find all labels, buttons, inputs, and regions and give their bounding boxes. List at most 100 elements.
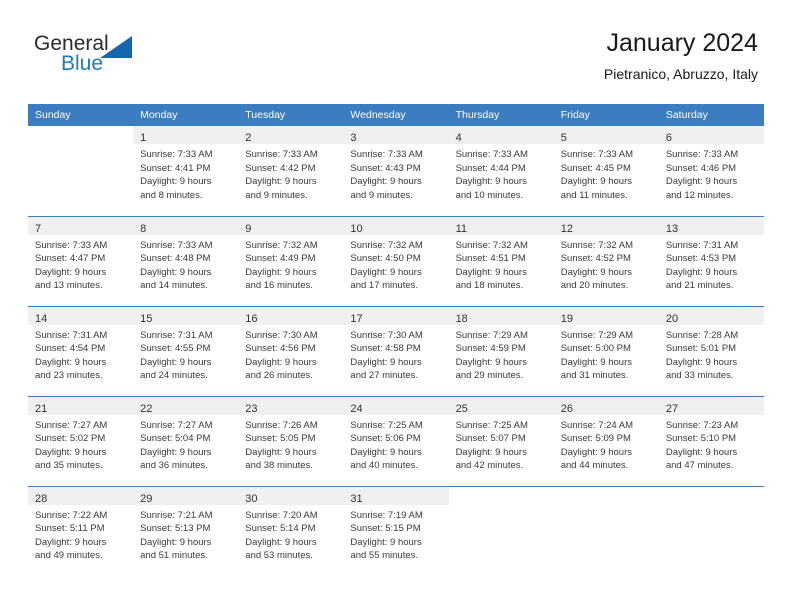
daylight-line-2: and 17 minutes.: [350, 280, 419, 292]
sunrise-line: Sunrise: 7:25 AM: [455, 419, 528, 431]
sunrise-line: Sunrise: 7:33 AM: [560, 149, 634, 160]
calendar-day-cell[interactable]: 12 Sunrise: 7:32 AM Sunset: 4:52 PM Dayligh…: [553, 215, 659, 306]
calendar-day-cell[interactable]: 14 Sunrise: 7:31 AM Sunset: 4:54 PM Dayligh…: [28, 305, 134, 396]
sunset-line: Sunset: 4:43 PM: [350, 162, 421, 174]
general-blue-logo[interactable]: General Blue: [34, 32, 214, 88]
sunrise-line: Sunrise: 7:33 AM: [350, 149, 423, 160]
sunset-line: Sunset: 4:56 PM: [245, 343, 316, 355]
calendar-day-cell[interactable]: 24 Sunrise: 7:25 AM Sunset: 5:06 PM Dayligh…: [343, 395, 449, 486]
day-details: Sunrise: 7:27 AM Sunset: 5:04 PM Daylight:…: [133, 415, 238, 473]
sunset-line: Sunset: 5:15 PM: [350, 523, 421, 535]
calendar-week-row: 14 Sunrise: 7:31 AM Sunset: 4:54 PM Dayligh…: [28, 305, 764, 396]
daylight-line-1: Daylight: 9 hours: [140, 266, 212, 278]
daylight-line-1: Daylight: 9 hours: [560, 176, 632, 188]
day-number: 20: [665, 312, 679, 325]
day-number: 30: [245, 492, 258, 505]
calendar-day-cell[interactable]: 27 Sunrise: 7:23 AM Sunset: 5:10 PM Dayligh…: [658, 395, 764, 486]
sunrise-line: Sunrise: 7:32 AM: [350, 239, 423, 251]
daylight-line-2: and 55 minutes.: [350, 550, 419, 562]
sunset-line: Sunset: 5:05 PM: [245, 433, 316, 445]
day-number: 11: [455, 222, 467, 235]
sunrise-line: Sunrise: 7:22 AM: [35, 509, 108, 521]
calendar-day-cell[interactable]: 4 Sunrise: 7:33 AM Sunset: 4:44 PM Daylight…: [448, 126, 554, 216]
daylight-line-2: and 21 minutes.: [665, 280, 734, 292]
calendar-day-cell[interactable]: 8 Sunrise: 7:33 AM Sunset: 4:48 PM Daylight…: [133, 215, 239, 306]
day-number: 4: [455, 132, 462, 144]
daylight-line-2: and 35 minutes.: [35, 460, 103, 472]
calendar-day-cell[interactable]: 3 Sunrise: 7:33 AM Sunset: 4:43 PM Daylight…: [343, 126, 449, 216]
day-details: Sunrise: 7:19 AM Sunset: 5:15 PM Daylight:…: [343, 505, 448, 563]
weekday-header-row: Sunday Monday Tuesday Wednesday Thursday Frid…: [28, 104, 764, 126]
daylight-line-1: Daylight: 9 hours: [140, 356, 212, 368]
calendar-day-cell[interactable]: 16 Sunrise: 7:30 AM Sunset: 4:56 PM Dayligh…: [238, 305, 344, 396]
day-number: 6: [665, 132, 672, 144]
sunrise-line: Sunrise: 7:33 AM: [245, 149, 318, 160]
day-number: 16: [245, 312, 258, 325]
calendar-day-cell[interactable]: 5 Sunrise: 7:33 AM Sunset: 4:45 PM Daylight…: [553, 126, 659, 216]
day-details: Sunrise: 7:30 AM Sunset: 4:58 PM Daylight:…: [343, 325, 448, 383]
calendar-day-cell[interactable]: 18 Sunrise: 7:29 AM Sunset: 4:59 PM Dayligh…: [448, 305, 554, 396]
sunrise-line: Sunrise: 7:32 AM: [245, 239, 318, 251]
calendar-day-cell[interactable]: 17 Sunrise: 7:30 AM Sunset: 4:58 PM Dayligh…: [343, 305, 449, 396]
day-details: Sunrise: 7:33 AM Sunset: 4:48 PM Daylight:…: [133, 235, 238, 293]
sunset-line: Sunset: 5:09 PM: [560, 433, 631, 445]
day-details: Sunrise: 7:27 AM Sunset: 5:02 PM Daylight:…: [28, 415, 133, 473]
daylight-line-1: Daylight: 9 hours: [140, 536, 212, 548]
sunset-line: Sunset: 4:54 PM: [35, 343, 106, 355]
sunset-line: Sunset: 4:47 PM: [35, 253, 106, 265]
calendar-day-cell[interactable]: 30 Sunrise: 7:20 AM Sunset: 5:14 PM Dayligh…: [238, 485, 344, 576]
day-number: 12: [560, 222, 573, 235]
calendar-day-cell[interactable]: 28 Sunrise: 7:22 AM Sunset: 5:11 PM Dayligh…: [28, 485, 134, 576]
calendar-day-cell[interactable]: 10 Sunrise: 7:32 AM Sunset: 4:50 PM Dayligh…: [343, 215, 449, 306]
sunrise-line: Sunrise: 7:29 AM: [560, 329, 634, 341]
calendar-day-cell[interactable]: 7 Sunrise: 7:33 AM Sunset: 4:47 PM Daylight…: [28, 215, 134, 306]
daylight-line-2: and 47 minutes.: [665, 460, 734, 472]
calendar-day-cell[interactable]: 31 Sunrise: 7:19 AM Sunset: 5:15 PM Dayligh…: [343, 485, 449, 576]
daylight-line-1: Daylight: 9 hours: [35, 266, 107, 278]
calendar-day-cell[interactable]: 1 Sunrise: 7:33 AM Sunset: 4:41 PM Daylight…: [133, 126, 239, 216]
daylight-line-1: Daylight: 9 hours: [455, 446, 527, 458]
daylight-line-1: Daylight: 9 hours: [245, 446, 317, 458]
daylight-line-1: Daylight: 9 hours: [560, 356, 632, 368]
calendar-day-cell[interactable]: 6 Sunrise: 7:33 AM Sunset: 4:46 PM Daylight…: [658, 126, 764, 216]
calendar-day-cell[interactable]: 15 Sunrise: 7:31 AM Sunset: 4:55 PM Dayligh…: [133, 305, 239, 396]
calendar-day-cell[interactable]: 20 Sunrise: 7:28 AM Sunset: 5:01 PM Dayligh…: [658, 305, 764, 396]
sunrise-line: Sunrise: 7:26 AM: [245, 419, 318, 431]
day-details: Sunrise: 7:29 AM Sunset: 4:59 PM Daylight:…: [449, 325, 554, 383]
sunset-line: Sunset: 5:01 PM: [665, 343, 737, 355]
sunset-line: Sunset: 4:49 PM: [245, 253, 316, 265]
calendar-day-cell[interactable]: 25 Sunrise: 7:25 AM Sunset: 5:07 PM Dayligh…: [448, 395, 554, 486]
sunset-line: Sunset: 4:48 PM: [140, 253, 211, 265]
calendar-week-row: 1 Sunrise: 7:33 AM Sunset: 4:41 PM Daylight…: [28, 126, 764, 216]
sunset-line: Sunset: 5:02 PM: [35, 433, 106, 445]
sunrise-line: Sunrise: 7:21 AM: [140, 509, 213, 521]
calendar-day-cell[interactable]: 13 Sunrise: 7:31 AM Sunset: 4:53 PM Dayligh…: [658, 215, 764, 306]
day-details: Sunrise: 7:33 AM Sunset: 4:47 PM Daylight:…: [28, 235, 133, 293]
calendar-day-cell[interactable]: 11 Sunrise: 7:32 AM Sunset: 4:51 PM Dayligh…: [448, 215, 554, 306]
sunrise-line: Sunrise: 7:31 AM: [35, 329, 108, 341]
logo-triangle-icon: [100, 36, 132, 58]
sunrise-line: Sunrise: 7:33 AM: [140, 149, 213, 160]
calendar-day-cell[interactable]: 26 Sunrise: 7:24 AM Sunset: 5:09 PM Dayligh…: [553, 395, 659, 486]
day-details: Sunrise: 7:26 AM Sunset: 5:05 PM Daylight:…: [238, 415, 343, 473]
day-details: Sunrise: 7:29 AM Sunset: 5:00 PM Daylight:…: [554, 325, 659, 383]
day-details: Sunrise: 7:23 AM Sunset: 5:10 PM Daylight:…: [659, 415, 764, 473]
sunrise-line: Sunrise: 7:28 AM: [665, 329, 739, 341]
calendar-day-cell[interactable]: 9 Sunrise: 7:32 AM Sunset: 4:49 PM Daylight…: [238, 215, 344, 306]
day-number: 1: [140, 132, 147, 144]
calendar-day-cell[interactable]: 29 Sunrise: 7:21 AM Sunset: 5:13 PM Dayligh…: [133, 485, 239, 576]
calendar-day-cell[interactable]: 21 Sunrise: 7:27 AM Sunset: 5:02 PM Dayligh…: [28, 395, 134, 486]
page-title: January 2024: [606, 29, 758, 57]
calendar-day-cell[interactable]: 23 Sunrise: 7:26 AM Sunset: 5:05 PM Dayligh…: [238, 395, 344, 486]
calendar-day-cell[interactable]: 19 Sunrise: 7:29 AM Sunset: 5:00 PM Dayligh…: [553, 305, 659, 396]
day-number: 24: [350, 402, 363, 415]
weekday-header-saturday: Saturday: [658, 104, 764, 126]
day-number: 25: [455, 402, 468, 415]
calendar-day-cell[interactable]: 2 Sunrise: 7:33 AM Sunset: 4:42 PM Daylight…: [238, 126, 344, 216]
logo-text-blue: Blue: [61, 52, 104, 75]
sunset-line: Sunset: 5:00 PM: [560, 343, 631, 355]
daylight-line-2: and 36 minutes.: [140, 460, 208, 472]
sunrise-line: Sunrise: 7:33 AM: [35, 239, 108, 251]
day-number: 14: [35, 312, 48, 325]
calendar-day-cell[interactable]: 22 Sunrise: 7:27 AM Sunset: 5:04 PM Dayligh…: [133, 395, 239, 486]
